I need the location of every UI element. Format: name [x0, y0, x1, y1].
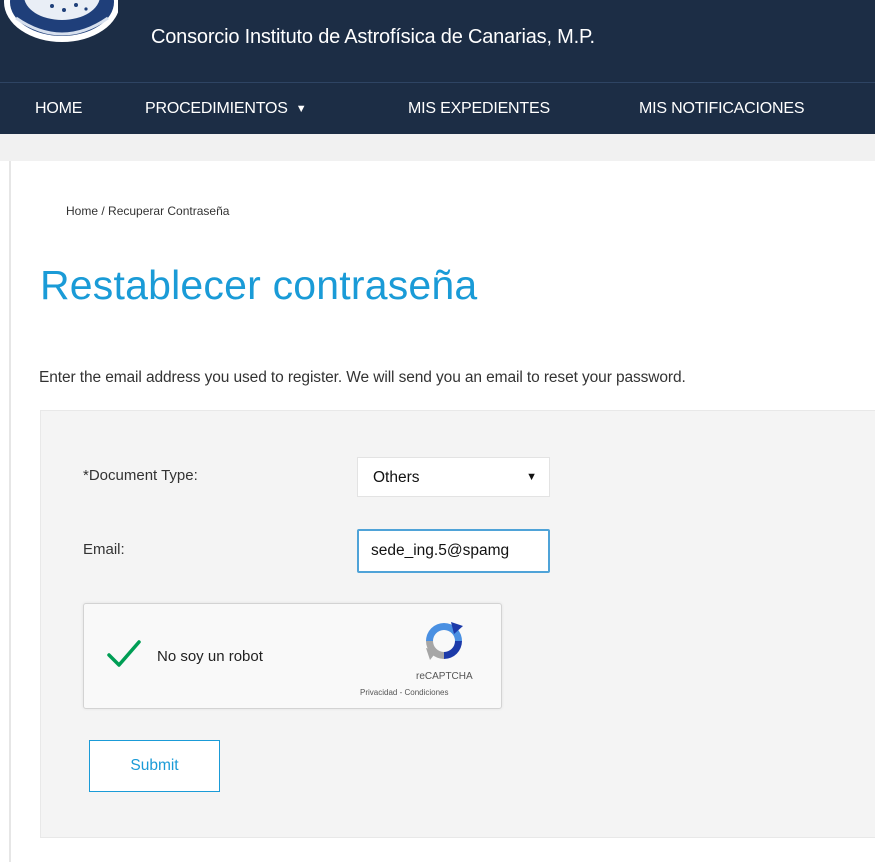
email-field[interactable] [357, 529, 550, 573]
checkmark-icon[interactable] [106, 638, 142, 670]
nav-home[interactable]: HOME [35, 100, 82, 118]
nav-mis-expedientes-label: MIS EXPEDIENTES [408, 100, 550, 117]
submit-button[interactable]: Submit [89, 740, 220, 792]
site-header: Consorcio Instituto de Astrofísica de Ca… [0, 0, 875, 82]
recaptcha-label: No soy un robot [157, 648, 263, 665]
document-type-label: *Document Type: [83, 467, 198, 484]
intro-text: Enter the email address you used to regi… [39, 369, 686, 386]
breadcrumb-current: Recuperar Contraseña [108, 204, 230, 218]
nav-mis-expedientes[interactable]: MIS EXPEDIENTES [408, 100, 550, 118]
nav-procedimientos-label: PROCEDIMIENTOS [145, 100, 288, 117]
nav-procedimientos[interactable]: PROCEDIMIENTOS ▼ [145, 100, 307, 118]
page: Consorcio Instituto de Astrofísica de Ca… [0, 0, 875, 862]
nav-home-label: HOME [35, 100, 83, 117]
recaptcha-privacy-link[interactable]: Privacidad [360, 688, 397, 697]
document-type-value: Others [373, 469, 420, 486]
nav-mis-notificaciones[interactable]: MIS NOTIFICACIONES [639, 100, 805, 118]
recaptcha-widget: No soy un robot reCAPTCHA Privacidad - C… [83, 603, 502, 709]
site-title: Consorcio Instituto de Astrofísica de Ca… [151, 26, 595, 48]
recaptcha-brand: reCAPTCHA [416, 671, 473, 682]
email-label: Email: [83, 541, 125, 558]
recaptcha-logo-icon [426, 622, 463, 660]
document-type-select[interactable]: Others ▼ [357, 457, 550, 497]
page-title: Restablecer contraseña [40, 262, 478, 308]
chevron-down-icon: ▼ [295, 103, 307, 115]
nav-divider [0, 134, 875, 161]
breadcrumb-home-link[interactable]: Home [66, 204, 98, 218]
breadcrumb: Home / Recuperar Contraseña [66, 204, 229, 218]
content-border [9, 161, 11, 862]
institution-seal-icon[interactable] [0, 0, 118, 42]
nav-mis-notificaciones-label: MIS NOTIFICACIONES [639, 100, 805, 117]
recaptcha-links: Privacidad - Condiciones [360, 688, 449, 697]
dropdown-arrow-icon: ▼ [526, 471, 537, 483]
breadcrumb-separator: / [98, 204, 109, 218]
main-nav: HOME PROCEDIMIENTOS ▼ MIS EXPEDIENTES MIS… [0, 82, 875, 134]
recaptcha-terms-link[interactable]: Condiciones [404, 688, 448, 697]
